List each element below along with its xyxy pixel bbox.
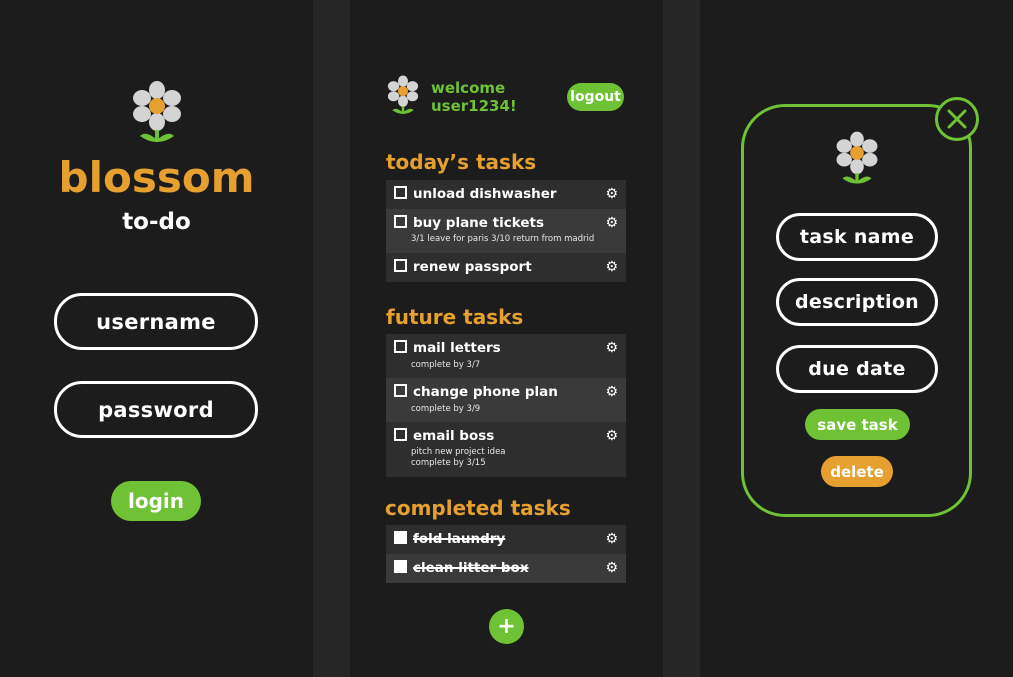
task-checkbox[interactable] [394, 428, 407, 441]
task-description: 3/1 leave for paris 3/10 return from mad… [411, 234, 595, 244]
task-name: mail letters [413, 340, 501, 356]
description-input[interactable]: description [776, 278, 938, 326]
gear-icon[interactable]: ⚙ [605, 186, 618, 202]
welcome-user: user1234! [431, 97, 517, 115]
password-placeholder: password [98, 397, 214, 422]
task-due: complete by 3/15 [411, 458, 486, 468]
due-date-input[interactable]: due date [776, 345, 938, 393]
today-section-title: today’s tasks [386, 150, 537, 174]
task-name: buy plane tickets [413, 215, 544, 231]
delete-button[interactable]: delete [821, 456, 893, 487]
flower-avatar-icon [387, 75, 419, 114]
plus-icon: + [497, 613, 516, 639]
login-button[interactable]: login [111, 481, 201, 521]
logout-button[interactable]: logout [567, 83, 624, 111]
gear-icon[interactable]: ⚙ [605, 340, 618, 356]
completed-task-item[interactable]: fold laundry ⚙ [386, 525, 626, 554]
completed-section-title: completed tasks [385, 496, 571, 520]
task-name-placeholder: task name [799, 226, 915, 248]
close-button[interactable] [935, 97, 979, 141]
task-item[interactable]: mail letters complete by 3/7 ⚙ [386, 334, 626, 378]
brand-title: blossom [58, 153, 255, 202]
username-placeholder: username [96, 309, 216, 334]
task-item[interactable]: buy plane tickets 3/1 leave for paris 3/… [386, 209, 626, 253]
future-section-title: future tasks [386, 305, 524, 329]
task-name: fold laundry [413, 531, 506, 547]
brand-subtitle: to-do [122, 209, 191, 235]
completed-task-content: fold laundry [394, 531, 505, 547]
description-placeholder: description [794, 291, 920, 313]
completed-task-content: clean litter box [394, 560, 529, 576]
task-name: clean litter box [413, 560, 529, 576]
due-date-placeholder: due date [808, 358, 906, 380]
welcome-label: welcome [431, 79, 506, 97]
task-name: renew passport [413, 259, 532, 275]
save-task-button[interactable]: save task [805, 409, 910, 440]
task-item[interactable]: renew passport ⚙ [386, 253, 626, 282]
login-panel: blossom to-do username password login [0, 0, 313, 677]
password-input[interactable]: password [54, 381, 258, 438]
task-due: complete by 3/7 [411, 360, 481, 370]
task-name-input[interactable]: task name [776, 213, 938, 261]
gear-icon[interactable]: ⚙ [605, 560, 618, 576]
task-item[interactable]: unload dishwasher ⚙ [386, 180, 626, 209]
welcome-text: welcome user1234! [431, 79, 517, 115]
task-name: email boss [413, 428, 495, 444]
task-checkbox[interactable] [394, 186, 407, 199]
gear-icon[interactable]: ⚙ [605, 259, 618, 275]
username-input[interactable]: username [54, 293, 258, 350]
add-task-button[interactable]: + [489, 609, 524, 644]
task-item[interactable]: email boss pitch new project idea comple… [386, 422, 626, 477]
gear-icon[interactable]: ⚙ [605, 531, 618, 547]
gear-icon[interactable]: ⚙ [605, 215, 618, 231]
task-item[interactable]: change phone plan complete by 3/9 ⚙ [386, 378, 626, 422]
gear-icon[interactable]: ⚙ [605, 384, 618, 400]
task-name: unload dishwasher [413, 186, 557, 202]
flower-logo-icon [133, 81, 181, 142]
task-checkbox[interactable] [394, 340, 407, 353]
task-checkbox[interactable] [394, 384, 407, 397]
task-checkbox[interactable] [394, 560, 407, 573]
task-description: pitch new project idea [411, 447, 506, 457]
task-checkbox[interactable] [394, 215, 407, 228]
completed-task-item[interactable]: clean litter box ⚙ [386, 554, 626, 583]
gear-icon[interactable]: ⚙ [605, 428, 618, 444]
task-checkbox[interactable] [394, 259, 407, 272]
close-icon [947, 109, 967, 129]
task-due: complete by 3/9 [411, 404, 481, 414]
flower-logo-icon [836, 131, 878, 184]
task-checkbox[interactable] [394, 531, 407, 544]
task-name: change phone plan [413, 384, 558, 400]
